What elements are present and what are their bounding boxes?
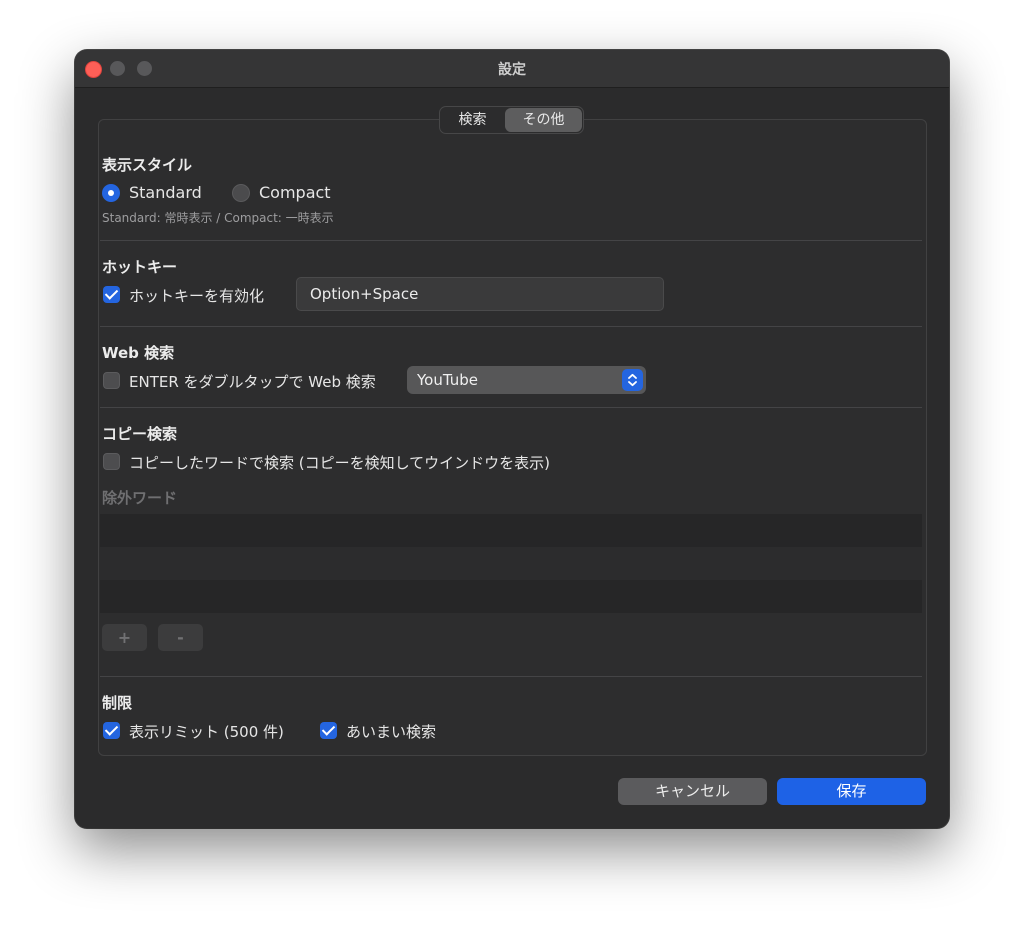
search-engine-select[interactable]: YouTube: [407, 366, 646, 394]
divider: [100, 326, 922, 327]
compact-radio-label[interactable]: Compact: [259, 183, 331, 202]
settings-window: 設定: [75, 50, 949, 828]
exclude-words-row[interactable]: [100, 514, 922, 547]
tab-control: 検索 その他: [439, 106, 584, 134]
tab-search[interactable]: 検索: [441, 107, 504, 133]
save-button[interactable]: 保存: [777, 778, 926, 805]
web-search-label[interactable]: ENTER をダブルタップで Web 検索: [129, 371, 376, 392]
standard-radio[interactable]: [102, 184, 120, 202]
hotkey-field[interactable]: Option+Space: [296, 277, 664, 311]
compact-radio[interactable]: [232, 184, 250, 202]
divider: [100, 407, 922, 408]
window-title: 設定: [498, 62, 526, 78]
copy-search-checkbox[interactable]: [103, 453, 120, 470]
standard-radio-label[interactable]: Standard: [129, 183, 202, 202]
display-style-title: 表示スタイル: [102, 156, 193, 174]
hotkey-title: ホットキー: [102, 258, 178, 276]
search-engine-value: YouTube: [417, 371, 478, 389]
hotkey-enable-checkbox[interactable]: [103, 286, 120, 303]
web-search-checkbox[interactable]: [103, 372, 120, 389]
copy-search-title: コピー検索: [102, 425, 178, 443]
title-bar: 設定: [75, 50, 949, 88]
tab-other[interactable]: その他: [505, 108, 582, 132]
chevron-up-down-icon: [622, 369, 643, 391]
divider: [100, 240, 922, 241]
display-limit-label[interactable]: 表示リミット (500 件): [129, 721, 284, 742]
copy-search-label[interactable]: コピーしたワードで検索 (コピーを検知してウインドウを表示): [129, 452, 550, 473]
limits-title: 制限: [102, 694, 133, 712]
exclude-words-row[interactable]: [100, 580, 922, 613]
remove-exclude-word-button[interactable]: -: [158, 624, 203, 651]
web-search-title: Web 検索: [102, 344, 175, 362]
exclude-words-row[interactable]: [100, 547, 922, 580]
exclude-words-title: 除外ワード: [102, 489, 178, 507]
add-exclude-word-button[interactable]: +: [102, 624, 147, 651]
display-limit-checkbox[interactable]: [103, 722, 120, 739]
display-style-hint: Standard: 常時表示 / Compact: 一時表示: [102, 211, 334, 225]
fuzzy-search-label[interactable]: あいまい検索: [346, 721, 436, 742]
fuzzy-search-checkbox[interactable]: [320, 722, 337, 739]
cancel-button[interactable]: キャンセル: [618, 778, 767, 805]
divider: [100, 676, 922, 677]
hotkey-enable-label[interactable]: ホットキーを有効化: [129, 285, 264, 306]
